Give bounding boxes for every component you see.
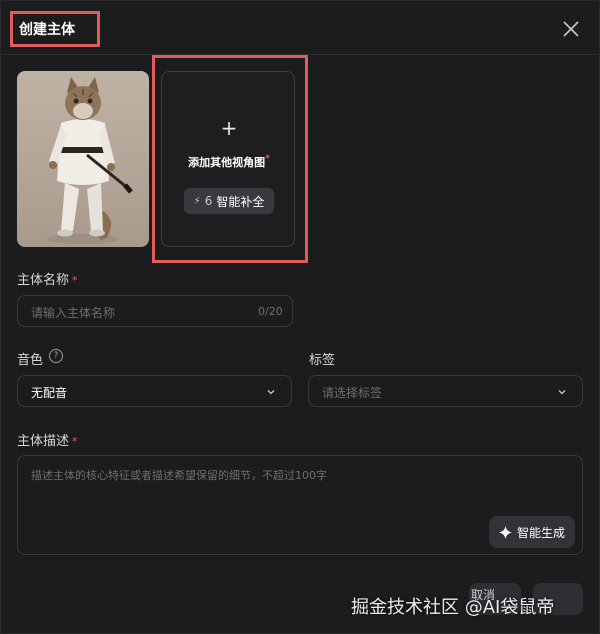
subject-image[interactable] <box>17 71 149 247</box>
chevron-down-icon <box>267 390 275 395</box>
smart-generate-label: 智能生成 <box>516 525 565 540</box>
tags-select[interactable]: 请选择标签 <box>308 375 583 407</box>
watermark-text: 掘金技术社区 @AI袋鼠帝 <box>351 597 555 618</box>
create-subject-dialog: 创建主体 + 添加其他视角图* ⚡ 6 智能补全 主体名称 * 请输入主体名称 … <box>0 0 600 634</box>
add-view-card[interactable]: + 添加其他视角图* ⚡ 6 智能补全 <box>161 71 295 247</box>
smart-fill-label: 智能补全 <box>216 194 265 209</box>
bolt-icon: ⚡ <box>193 195 201 207</box>
tags-placeholder: 请选择标签 <box>322 386 383 400</box>
name-placeholder: 请输入主体名称 <box>31 306 116 320</box>
required-mark: * <box>265 154 270 164</box>
smart-fill-button[interactable]: ⚡ 6 智能补全 <box>184 188 274 214</box>
name-counter: 0/20 <box>258 305 283 318</box>
smart-fill-cost: 6 <box>204 194 213 208</box>
required-mark: * <box>72 274 78 287</box>
title-highlight: 创建主体 <box>10 11 100 47</box>
desc-label-row: 主体描述 * <box>17 430 78 449</box>
voice-value: 无配音 <box>31 386 68 400</box>
help-icon[interactable]: ? <box>49 349 63 363</box>
required-mark: * <box>72 435 78 448</box>
voice-label: 音色 <box>17 353 44 368</box>
chevron-down-icon <box>558 390 566 395</box>
tags-label: 标签 <box>309 353 336 368</box>
desc-label: 主体描述 <box>17 434 70 449</box>
add-view-label: 添加其他视角图 <box>188 156 266 169</box>
voice-select[interactable]: 无配音 <box>17 375 292 407</box>
dialog-header: 创建主体 <box>1 1 599 55</box>
sparkle-icon <box>498 525 512 539</box>
smart-generate-button[interactable]: 智能生成 <box>489 516 575 548</box>
name-input[interactable]: 请输入主体名称 0/20 <box>17 295 293 327</box>
desc-placeholder: 描述主体的核心特征或者描述希望保留的细节，不超过100字 <box>31 469 327 482</box>
name-label-row: 主体名称 * <box>17 269 78 288</box>
dialog-title: 创建主体 <box>19 22 75 38</box>
close-icon[interactable] <box>559 17 583 41</box>
name-label: 主体名称 <box>17 273 70 288</box>
plus-icon: + <box>220 116 238 140</box>
